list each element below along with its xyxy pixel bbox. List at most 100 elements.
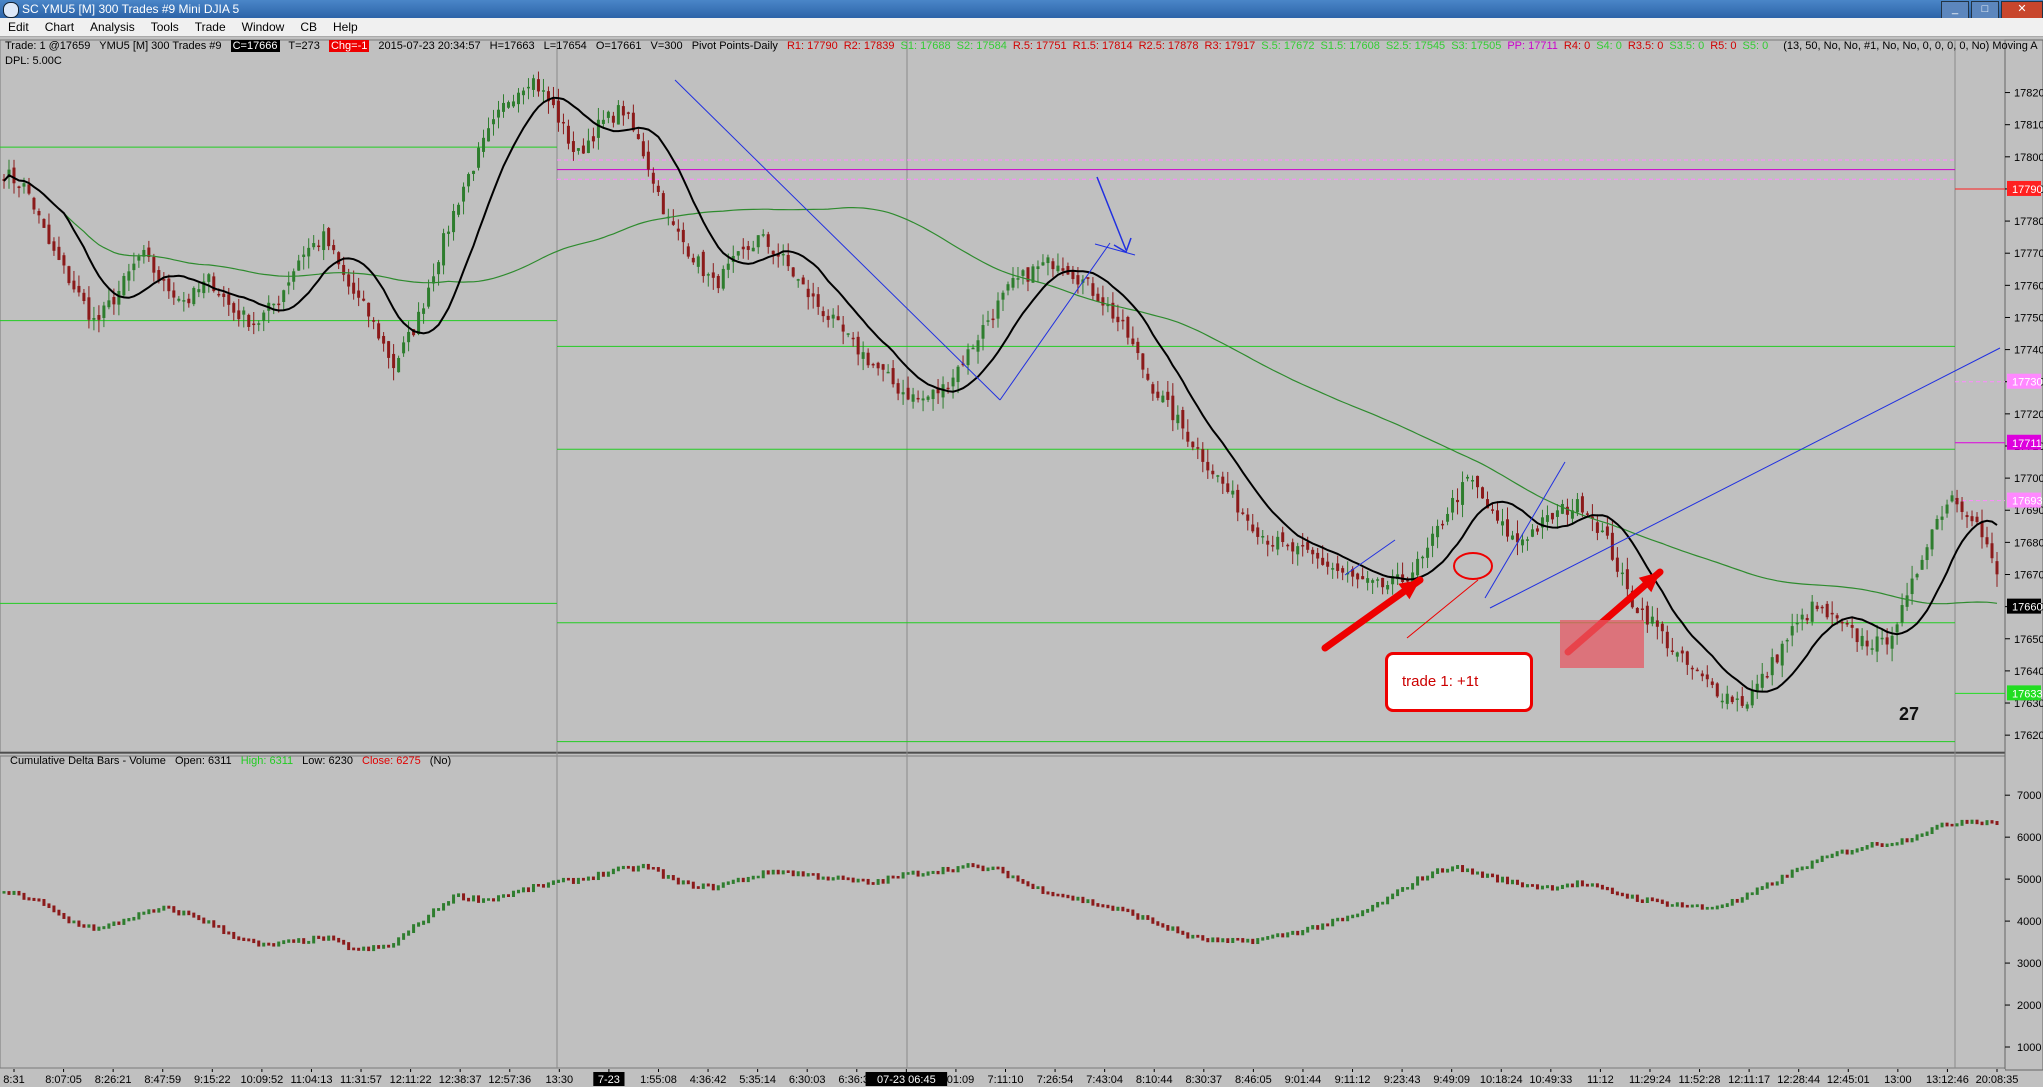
delta-bar	[926, 871, 930, 876]
candle	[62, 252, 66, 274]
candle-body	[277, 303, 281, 306]
candle	[596, 107, 600, 150]
delta-bar	[1006, 870, 1010, 879]
delta-bar	[292, 939, 296, 943]
candle	[1955, 489, 1959, 513]
candle	[222, 286, 226, 307]
delta-bar	[946, 866, 950, 872]
candle-body	[1341, 568, 1345, 573]
delta-bar	[32, 897, 36, 901]
delta-bar	[1765, 882, 1769, 889]
delta-bar	[62, 912, 66, 919]
candle	[1605, 516, 1609, 540]
candle	[721, 265, 725, 291]
candle	[1491, 503, 1495, 514]
candle	[926, 395, 930, 403]
candle-body	[1550, 512, 1554, 520]
delta-bar	[1535, 884, 1539, 890]
candle-body	[262, 312, 266, 321]
candle-body	[1061, 268, 1065, 271]
delta-bar	[711, 883, 715, 891]
candle	[52, 237, 56, 256]
candle-body	[1535, 528, 1539, 532]
delta-bar	[1575, 880, 1579, 888]
candle	[1121, 309, 1125, 330]
delta-bar	[1740, 897, 1744, 903]
time-tick-label: 9:01:44	[1285, 1074, 1322, 1086]
candle-body	[696, 256, 700, 267]
candle	[1066, 262, 1070, 276]
candle	[97, 305, 101, 333]
candle-body	[1356, 573, 1360, 580]
candle-body	[447, 231, 451, 234]
candle	[781, 244, 785, 266]
candle	[477, 142, 481, 171]
candle-body	[1291, 542, 1295, 552]
delta-bar	[1131, 909, 1135, 916]
candle	[1376, 577, 1380, 588]
candle-body	[92, 318, 96, 320]
candle	[1256, 522, 1260, 545]
price-tick-label: 17810	[2014, 120, 2043, 132]
delta-bar	[626, 865, 630, 869]
candle	[1645, 601, 1649, 633]
time-tick-label: 6:30:03	[789, 1074, 826, 1086]
candle-body	[606, 111, 610, 118]
delta-bar	[1226, 938, 1230, 943]
candle	[1336, 555, 1340, 579]
candle-body	[1975, 516, 1979, 522]
delta-bar	[1905, 838, 1909, 843]
time-tick-label: 7:43:04	[1086, 1074, 1123, 1086]
candle-body	[322, 231, 326, 251]
candle-body	[991, 318, 995, 321]
delta-bar	[766, 870, 770, 875]
candle-body	[1241, 512, 1245, 514]
delta-bar	[1685, 904, 1689, 908]
candle	[916, 390, 920, 403]
candle-body	[766, 234, 770, 247]
delta-bar	[596, 871, 600, 881]
candle	[162, 272, 166, 292]
candle-body	[1191, 441, 1195, 448]
delta-bar	[1126, 908, 1130, 913]
delta-bar	[132, 916, 136, 921]
candle	[1316, 547, 1320, 569]
candle	[796, 278, 800, 288]
delta-bar	[581, 877, 585, 881]
delta-bar	[536, 884, 540, 887]
delta-bar	[392, 943, 396, 948]
candle-body	[1925, 547, 1929, 561]
delta-bar	[1695, 904, 1699, 908]
delta-bar	[1910, 838, 1914, 843]
candle	[177, 296, 181, 303]
highlight-zone	[1560, 620, 1644, 668]
candle-body	[851, 337, 855, 340]
candle-body	[1116, 316, 1120, 323]
price-chart[interactable]: 17820 17810 17800 17790 17780 17770 17760 17750…	[0, 0, 2043, 1087]
delta-flag: (No)	[429, 755, 452, 767]
delta-bar	[1331, 918, 1335, 927]
delta-bar	[47, 903, 51, 909]
candle	[1456, 488, 1460, 515]
candle-body	[1555, 510, 1559, 517]
delta-bar	[1590, 883, 1594, 887]
delta-bar	[42, 898, 46, 906]
candle	[1271, 535, 1275, 552]
candle	[327, 226, 331, 251]
candle-body	[1471, 479, 1475, 482]
candle-body	[841, 324, 845, 332]
candle-body	[272, 303, 276, 306]
candle	[492, 109, 496, 136]
delta-bar	[566, 877, 570, 881]
delta-bar	[936, 870, 940, 875]
pivot-value: S1.5: 17608	[1320, 40, 1380, 52]
delta-bar	[1411, 883, 1415, 890]
delta-bar	[941, 866, 945, 875]
candles	[2, 71, 1999, 712]
delta-bar	[382, 944, 386, 949]
delta-bar	[142, 911, 146, 915]
candle-body	[1466, 476, 1470, 479]
delta-bar	[1001, 866, 1005, 874]
candle	[1186, 419, 1190, 447]
candle-body	[1121, 319, 1125, 322]
